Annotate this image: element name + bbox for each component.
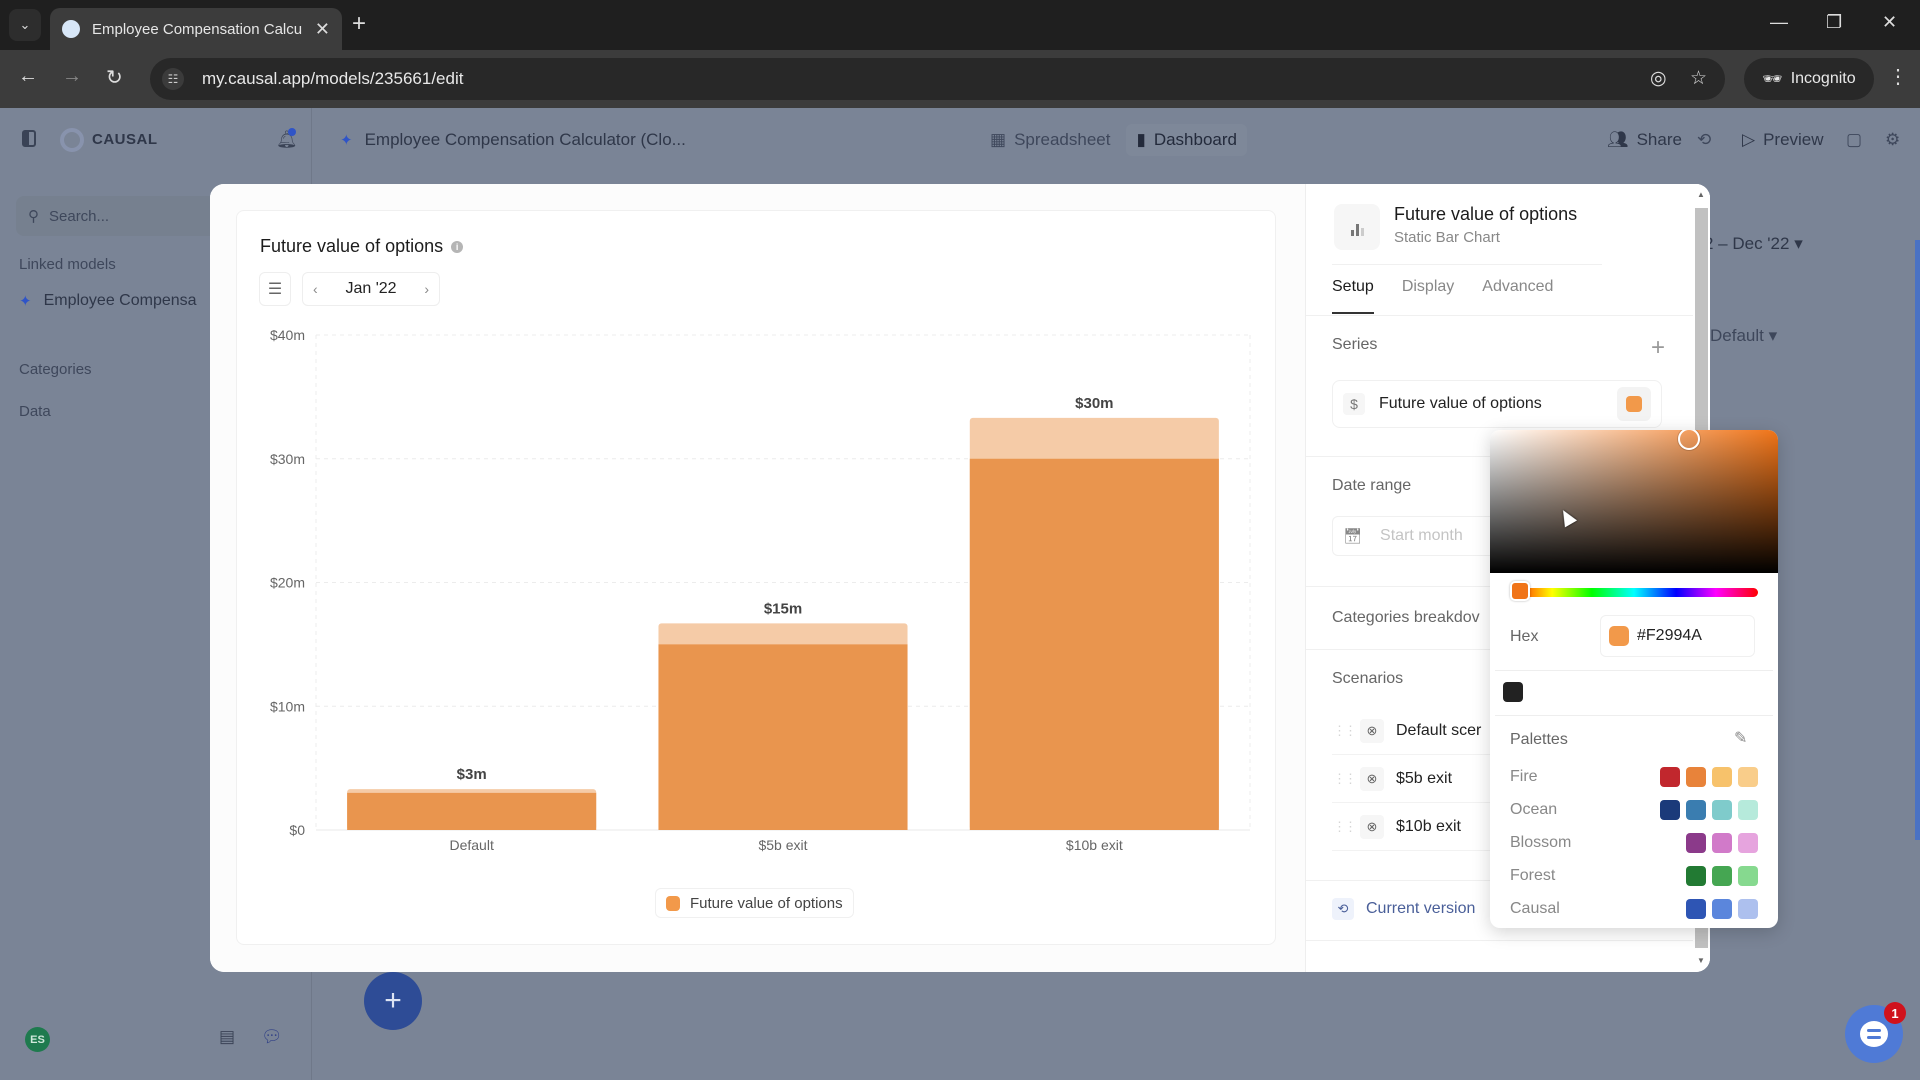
palette-row-blossom: Blossom [1510,832,1758,854]
bar-solid-$5b exit [658,644,908,830]
palette-row-forest: Forest [1510,865,1758,887]
color-picker-popover: Hex #F2994A Palettes ✎ Fire Ocean Blossom F… [1490,430,1778,928]
chart-legend[interactable]: Future value of options [655,888,854,918]
data-label: $3m [457,766,487,783]
palette-name: Blossom [1510,834,1572,851]
palette-swatch[interactable] [1738,899,1758,919]
palette-swatch[interactable] [1738,833,1758,853]
palette-swatch[interactable] [1686,767,1706,787]
palettes-heading: Palettes [1510,731,1568,748]
x-tick-label: $5b exit [758,837,807,853]
data-label: $30m [1075,395,1113,412]
palette-swatch[interactable] [1712,899,1732,919]
palette-name: Forest [1510,867,1556,884]
palette-swatches [1686,866,1758,886]
y-tick-label: $40m [270,327,305,343]
legend-swatch [666,895,680,911]
palette-swatches [1686,833,1758,853]
x-tick-label: Default [449,837,493,853]
hex-color-swatch [1609,626,1629,646]
palette-swatch[interactable] [1712,767,1732,787]
palette-swatch[interactable] [1686,800,1706,820]
data-label: $15m [764,600,802,617]
y-axis-ticks: $0 $10m $20m $30m $40m [270,327,305,838]
divider [1495,670,1773,671]
palette-swatch[interactable] [1686,899,1706,919]
palette-swatch[interactable] [1738,767,1758,787]
palette-swatches [1660,767,1758,787]
palette-swatch[interactable] [1660,800,1680,820]
edit-pencil-icon[interactable]: ✎ [1734,728,1747,748]
palette-name: Causal [1510,900,1560,917]
hex-input[interactable]: #F2994A [1600,615,1755,657]
hue-slider-handle[interactable] [1510,581,1530,601]
saturation-value-area[interactable] [1490,430,1778,573]
recent-color-swatch[interactable] [1503,682,1523,702]
legend-label: Future value of options [690,894,843,912]
x-axis-ticks: Default $5b exit $10b exit [449,837,1122,853]
hex-label: Hex [1510,628,1539,645]
y-tick-label: $20m [270,575,305,591]
palette-swatch[interactable] [1712,866,1732,886]
palette-swatch[interactable] [1712,833,1732,853]
palette-row-fire: Fire [1510,766,1758,788]
palette-swatch[interactable] [1738,800,1758,820]
bar-solid-$10b exit [969,458,1219,830]
x-tick-label: $10b exit [1066,837,1123,853]
hue-slider[interactable] [1510,588,1758,597]
palette-name: Ocean [1510,801,1558,818]
bar-solid-Default [347,792,597,830]
y-tick-label: $30m [270,451,305,467]
palette-swatches [1660,800,1758,820]
palette-swatch[interactable] [1686,866,1706,886]
y-tick-label: $10m [270,698,305,714]
palette-swatch[interactable] [1738,866,1758,886]
palette-swatch[interactable] [1660,767,1680,787]
hex-value[interactable]: #F2994A [1637,627,1702,645]
palette-swatch[interactable] [1712,800,1732,820]
divider [1495,715,1773,716]
palette-name: Fire [1510,768,1538,785]
chart-bars: $3m $15m $30m [347,395,1219,830]
y-tick-label: $0 [289,822,305,838]
palette-row-causal: Causal [1510,898,1758,920]
palette-swatch[interactable] [1686,833,1706,853]
palette-swatches [1686,899,1758,919]
palette-row-ocean: Ocean [1510,799,1758,821]
